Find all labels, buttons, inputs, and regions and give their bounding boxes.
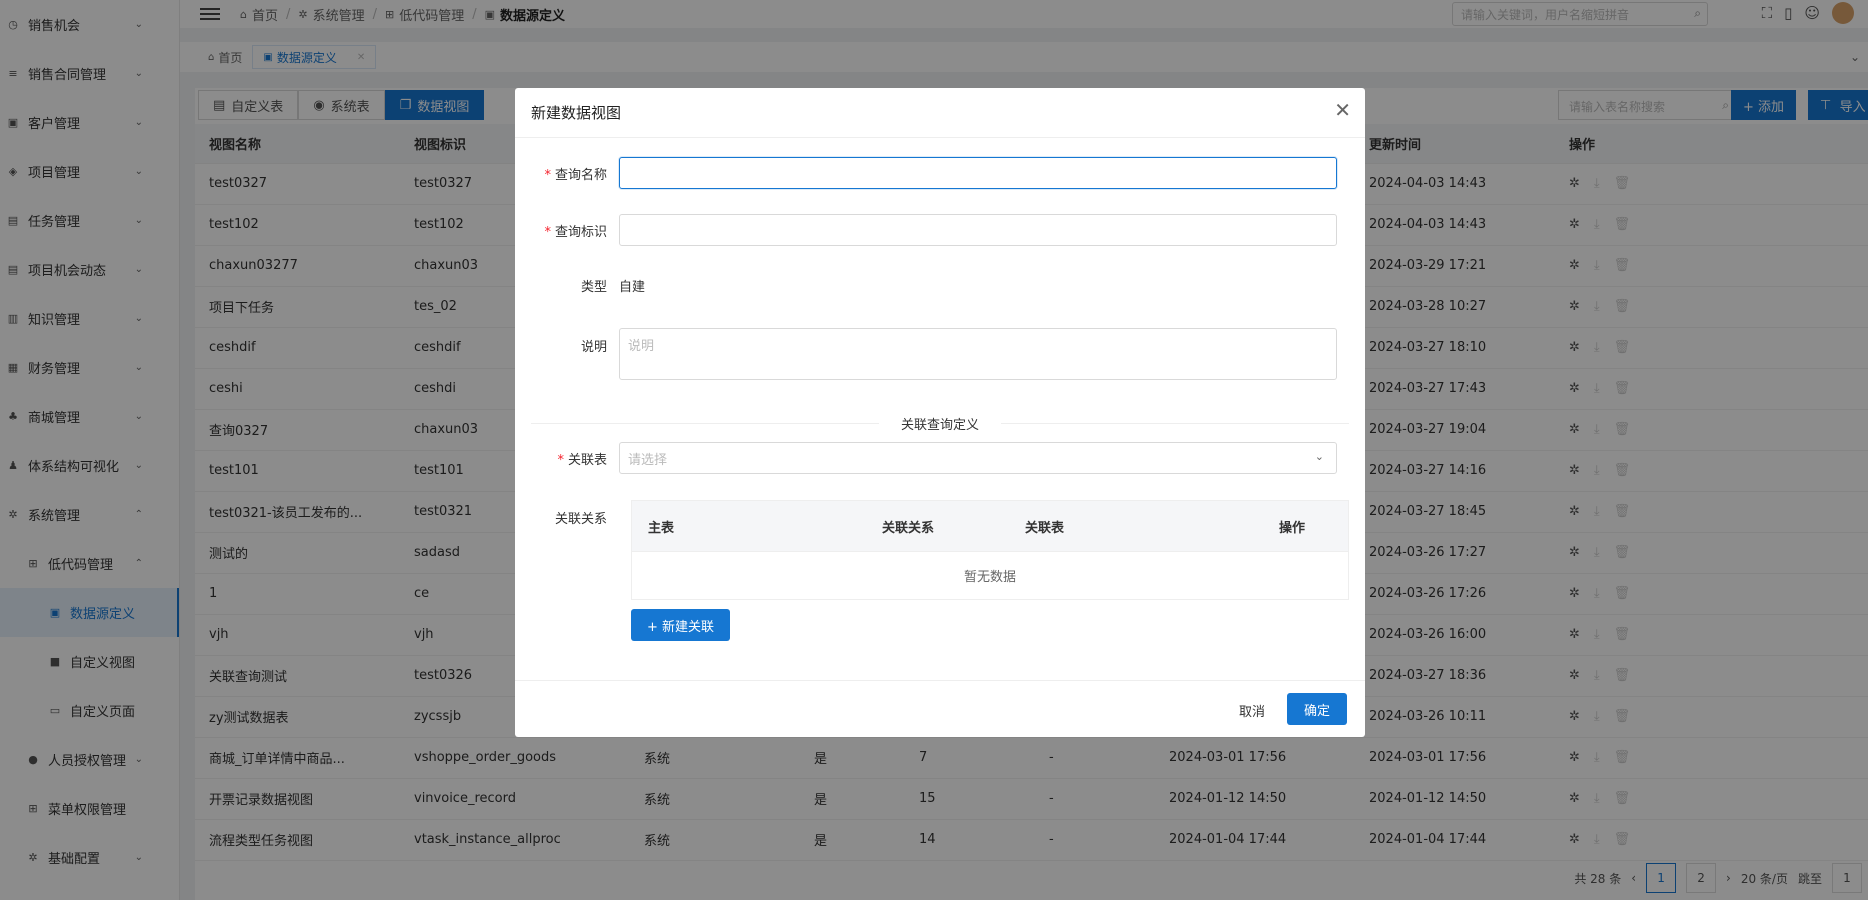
query-name-input[interactable] [619, 157, 1337, 189]
field-description: 说明 [515, 328, 1337, 380]
field-label: 关联关系 [554, 512, 607, 527]
divider-line [531, 422, 879, 424]
divider-line [1001, 422, 1350, 424]
relation-table-header: 主表 关联关系 关联表 操作 [632, 501, 1348, 551]
field-label: 类型 [580, 280, 607, 295]
field-label: * 关联表 [515, 449, 619, 468]
label-text: 查询名称 [554, 167, 607, 183]
new-data-view-dialog: 新建数据视图 ✕ *查询名称 *查询标识 类型 自建 说明 关联查询定义 *关联… [515, 88, 1365, 737]
confirm-button[interactable]: 确定 [1287, 693, 1347, 725]
section-title: 关联查询定义 [901, 417, 980, 433]
dialog-footer: 取消 确定 [515, 680, 1365, 737]
section-divider: 关联查询定义 [531, 413, 1350, 433]
select-placeholder: 请选择 [628, 452, 668, 468]
column-header: 操作 [1279, 520, 1306, 536]
field-label: * 查询名称 [515, 164, 619, 183]
column-header: 主表 [648, 520, 675, 536]
description-textarea[interactable] [619, 328, 1337, 380]
field-type: 类型 自建 [515, 276, 645, 295]
field-label: * 查询标识 [515, 221, 619, 240]
field-query-id: * 查询标识 [515, 214, 1337, 246]
required-mark: * [544, 224, 551, 240]
field-relation: 关联关系 [515, 508, 619, 527]
label-text: 关联表 [567, 452, 607, 468]
close-icon[interactable]: ✕ [1334, 100, 1351, 120]
column-header: 关联关系 [882, 520, 935, 536]
rel-table-select[interactable]: 请选择 ⌄ [619, 442, 1337, 474]
empty-state: 暂无数据 [632, 551, 1348, 599]
required-mark: * [557, 452, 564, 468]
dialog-title: 新建数据视图 [515, 88, 1365, 138]
required-mark: * [544, 167, 551, 183]
field-label: 说明 [580, 340, 607, 355]
chevron-down-icon: ⌄ [1314, 450, 1324, 463]
field-query-name: * 查询名称 [515, 157, 1337, 189]
field-rel-table: * 关联表 请选择 ⌄ [515, 442, 1337, 474]
column-header: 关联表 [1025, 520, 1065, 536]
label-text: 查询标识 [554, 224, 607, 240]
relation-table: 主表 关联关系 关联表 操作 暂无数据 [631, 500, 1349, 600]
new-relation-button[interactable]: + 新建关联 [631, 609, 731, 641]
cancel-button[interactable]: 取消 [1227, 695, 1277, 725]
query-id-input[interactable] [619, 214, 1337, 246]
type-value: 自建 [619, 280, 646, 295]
